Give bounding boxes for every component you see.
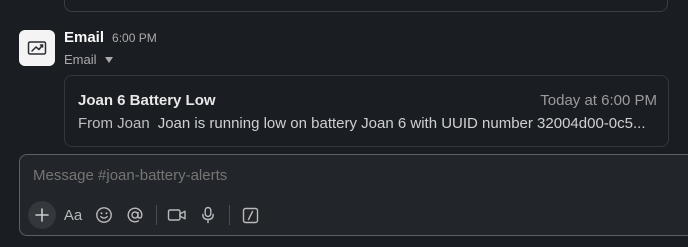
email-from: From Joan: [78, 115, 150, 132]
microphone-button[interactable]: [194, 201, 222, 229]
video-icon: [167, 209, 186, 221]
email-subject: Joan 6 Battery Low: [78, 92, 216, 109]
add-icon: [35, 208, 49, 222]
mention-button[interactable]: [121, 201, 149, 229]
source-label: Email: [64, 52, 97, 67]
toolbar-divider: [229, 205, 230, 225]
message-timestamp[interactable]: 6:00 PM: [112, 31, 157, 45]
shortcuts-icon: [242, 207, 258, 223]
emoji-button[interactable]: [90, 201, 118, 229]
email-preview: From Joan Joan is running low on battery …: [78, 115, 658, 132]
emoji-icon: [96, 207, 112, 223]
email-inbox-icon: [27, 41, 47, 55]
caret-down-icon: [104, 56, 113, 63]
formatting-button[interactable]: Aa: [59, 201, 87, 229]
mention-icon: [127, 207, 143, 223]
microphone-icon: [202, 206, 214, 224]
previous-message-card: [64, 0, 668, 12]
toolbar-divider: [156, 205, 157, 225]
sender-name[interactable]: Email: [64, 29, 104, 46]
add-button[interactable]: [28, 201, 56, 229]
message-header: Email 6:00 PM: [64, 29, 157, 46]
email-source-toggle[interactable]: Email: [64, 52, 113, 67]
slack-channel-view: Email 6:00 PM Email Joan 6 Battery Low T…: [0, 0, 688, 247]
video-button[interactable]: [163, 201, 191, 229]
avatar[interactable]: [19, 30, 55, 66]
email-time: Today at 6:00 PM: [540, 92, 657, 109]
email-attachment-card[interactable]: Joan 6 Battery Low Today at 6:00 PM From…: [64, 75, 669, 147]
formatting-icon: Aa: [63, 206, 83, 224]
message-input[interactable]: [33, 167, 633, 184]
message-composer: Aa: [19, 154, 688, 236]
email-body-preview: Joan is running low on battery Joan 6 wi…: [157, 115, 646, 132]
composer-toolbar: Aa: [28, 201, 267, 229]
shortcuts-button[interactable]: [236, 201, 264, 229]
